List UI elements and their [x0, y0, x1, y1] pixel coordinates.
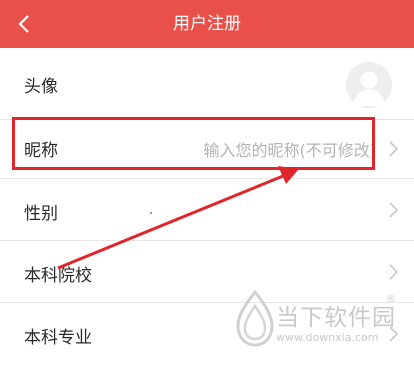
- chevron-right-icon: [389, 264, 399, 280]
- chevron-right-icon: [389, 141, 399, 157]
- register-page: 用户注册 头像 昵称 输入您的昵称(不可修改) 性别 本科院校 本科专业 当下软…: [0, 0, 414, 365]
- page-title: 用户注册: [173, 14, 241, 34]
- major-row[interactable]: 本科专业: [0, 303, 414, 365]
- chevron-left-icon: [18, 15, 29, 33]
- gender-row[interactable]: 性别: [0, 179, 414, 239]
- nickname-label: 昵称: [24, 141, 58, 161]
- chevron-right-icon: [389, 202, 399, 218]
- chevron-right-icon: [389, 326, 399, 342]
- gender-label: 性别: [24, 204, 58, 224]
- stray-dot: [150, 212, 152, 214]
- nickname-input[interactable]: 输入您的昵称(不可修改): [204, 137, 377, 161]
- nickname-row[interactable]: 昵称 输入您的昵称(不可修改): [0, 120, 414, 178]
- college-row[interactable]: 本科院校: [0, 241, 414, 301]
- avatar-label: 头像: [24, 77, 58, 97]
- default-avatar-icon[interactable]: [346, 62, 392, 108]
- header-bar: 用户注册: [0, 0, 414, 48]
- college-label: 本科院校: [24, 266, 92, 286]
- major-label: 本科专业: [24, 328, 92, 348]
- back-button[interactable]: [4, 0, 44, 48]
